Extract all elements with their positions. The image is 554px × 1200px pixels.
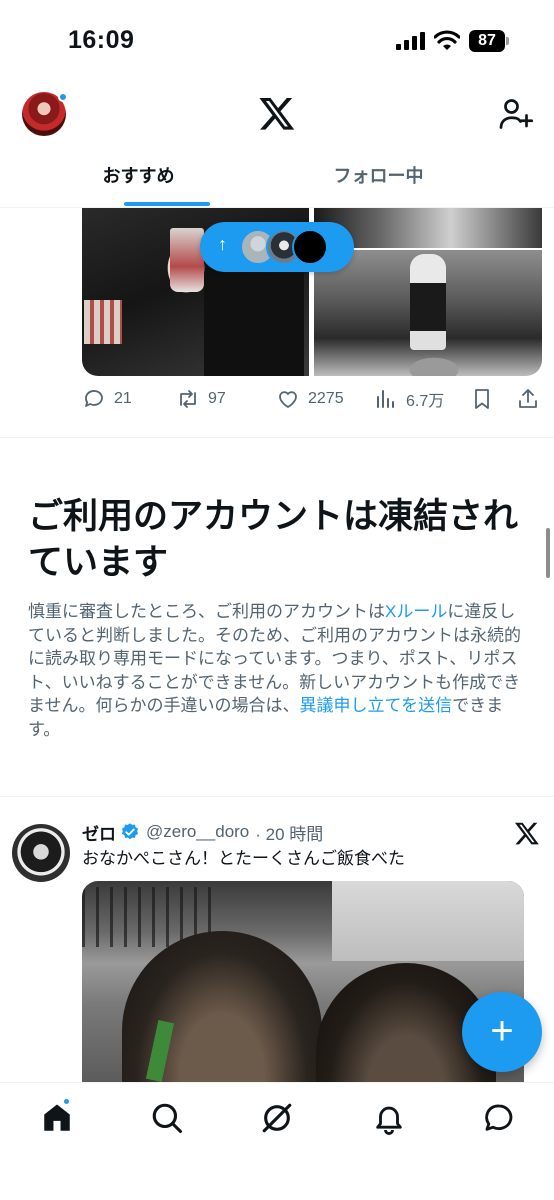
suspended-notice-title: ご利用のアカウントは凍結されています bbox=[28, 497, 519, 582]
divider bbox=[0, 796, 554, 797]
reply-count: 21 bbox=[114, 390, 132, 407]
x-logo-icon[interactable] bbox=[514, 820, 540, 846]
views-button[interactable]: 6.7万 bbox=[374, 384, 444, 414]
battery-tip bbox=[506, 37, 509, 45]
notification-dot bbox=[62, 1097, 71, 1106]
x-rules-link[interactable]: Xルール bbox=[385, 602, 447, 621]
suspended-notice-body: 慎重に審査したところ、ご利用のアカウントはXルールに違反していると判断しました。… bbox=[28, 600, 528, 741]
signal-icon bbox=[396, 32, 426, 50]
tab-indicator bbox=[124, 202, 210, 206]
search-icon[interactable] bbox=[150, 1101, 184, 1135]
share-icon bbox=[519, 389, 537, 408]
status-bar: 16:09 87 bbox=[0, 0, 554, 80]
like-button[interactable]: 2275 bbox=[276, 384, 344, 414]
repost-count: 97 bbox=[208, 390, 226, 407]
person-add-icon[interactable] bbox=[498, 96, 534, 132]
home-icon[interactable] bbox=[40, 1101, 74, 1135]
top-header bbox=[0, 80, 554, 148]
share-button[interactable] bbox=[516, 384, 540, 414]
x-logo-icon[interactable] bbox=[258, 94, 296, 132]
tab-following[interactable]: フォロー中 bbox=[240, 148, 517, 208]
compose-post-button[interactable]: + bbox=[462, 992, 542, 1072]
divider bbox=[0, 437, 554, 438]
grok-icon[interactable] bbox=[260, 1101, 294, 1135]
view-count: 6.7万 bbox=[406, 393, 445, 410]
messages-icon[interactable] bbox=[482, 1101, 516, 1135]
tweet-header: ゼロ @zero__doro · 20 時間 bbox=[82, 818, 323, 846]
reply-icon bbox=[85, 390, 103, 407]
bottom-navigation bbox=[0, 1082, 554, 1200]
tab-recommended[interactable]: おすすめ bbox=[0, 148, 277, 208]
like-count: 2275 bbox=[308, 390, 344, 407]
tweet-author-name[interactable]: ゼロ bbox=[82, 820, 116, 845]
tweet-photo[interactable] bbox=[82, 881, 524, 1086]
tweet-author-handle[interactable]: @zero__doro bbox=[146, 822, 249, 842]
notification-dot bbox=[58, 92, 68, 102]
timeline-tabs: おすすめ フォロー中 bbox=[0, 148, 554, 208]
tweet-author-avatar[interactable] bbox=[12, 824, 70, 882]
repost-icon bbox=[180, 390, 196, 408]
wifi-icon bbox=[434, 30, 460, 50]
verified-badge-icon bbox=[121, 823, 139, 840]
arrow-up-icon: ↑ bbox=[218, 234, 227, 254]
bookmark-button[interactable] bbox=[470, 384, 494, 414]
notifications-icon[interactable] bbox=[372, 1101, 406, 1135]
tweet-text: おなかぺこさん！とたーくさんご飯食べた bbox=[82, 849, 405, 868]
repost-button[interactable]: 97 bbox=[176, 384, 226, 414]
bookmark-icon bbox=[475, 389, 489, 409]
battery-level: 87 bbox=[469, 30, 505, 52]
new-posts-pill[interactable]: ↑ bbox=[200, 222, 354, 272]
tweet-time: · 20 時間 bbox=[255, 824, 324, 844]
views-icon bbox=[377, 390, 394, 408]
notice-text: 慎重に審査したところ、ご利用のアカウントは bbox=[28, 602, 385, 621]
tweet-actions: 21 97 2275 6.7万 bbox=[82, 384, 542, 414]
status-time: 16:09 bbox=[68, 26, 135, 54]
tweet-photo[interactable] bbox=[314, 250, 542, 376]
heart-icon bbox=[279, 391, 297, 408]
scrollbar[interactable] bbox=[546, 528, 550, 578]
reply-button[interactable]: 21 bbox=[82, 384, 132, 414]
avatar bbox=[292, 229, 328, 265]
appeal-link[interactable]: 異議申し立てを送信 bbox=[300, 696, 453, 715]
